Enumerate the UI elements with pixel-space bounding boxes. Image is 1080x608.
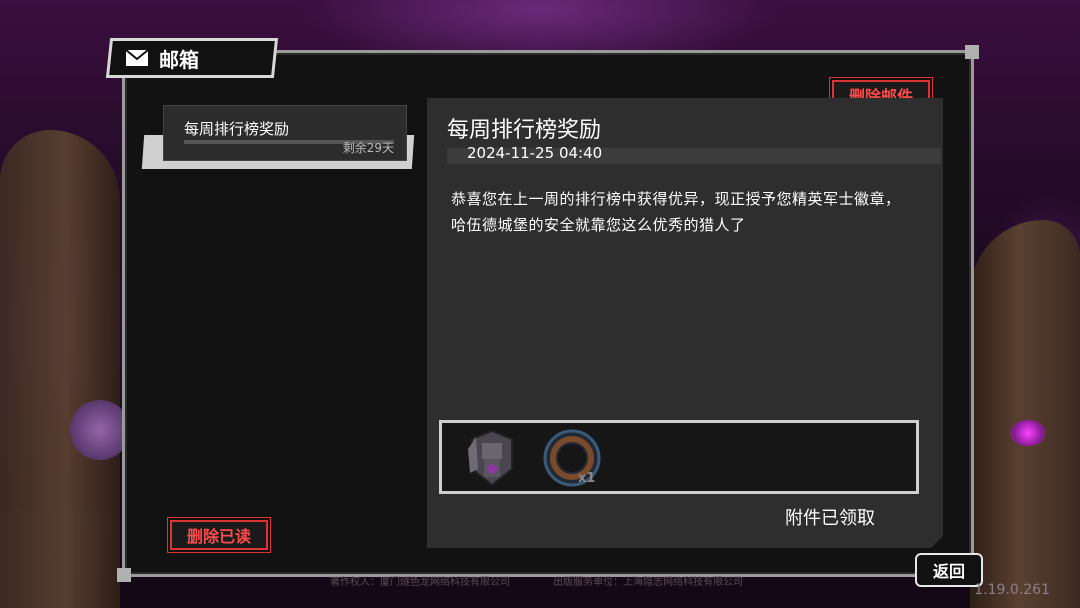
panel-corner bbox=[117, 568, 131, 582]
tree-monster-left bbox=[0, 130, 130, 608]
envelope-icon bbox=[125, 49, 149, 66]
copyright-holder: 著作权人：厦门燧色龙网络科技有限公司 bbox=[330, 577, 510, 588]
detail-body: 恭喜您在上一周的排行榜中获得优异，现正授予您精英军士徽章，哈伍德城堡的安全就靠您… bbox=[451, 190, 901, 234]
mail-card[interactable]: 每周排行榜奖励 剩余29天 bbox=[163, 105, 407, 161]
creature-blob bbox=[70, 400, 130, 460]
attachment-status: 附件已领取 bbox=[785, 508, 875, 529]
panel-notch bbox=[931, 536, 943, 548]
mail-list-item[interactable]: 每周排行榜奖励 剩余29天 bbox=[141, 105, 415, 169]
version-label: 1.19.0.261 bbox=[974, 582, 1050, 598]
mail-subject: 每周排行榜奖励 bbox=[184, 120, 290, 138]
publisher: 出版服务单位：上海隐志网络科技有限公司 bbox=[553, 577, 744, 588]
attachment-box: x1 bbox=[439, 420, 919, 494]
mailbox-title-tab: 邮箱 bbox=[105, 38, 279, 78]
delete-read-button[interactable]: 删除已读 bbox=[167, 517, 271, 553]
back-button[interactable]: 返回 bbox=[915, 553, 983, 587]
glowing-eye bbox=[1010, 420, 1046, 446]
tree-monster-right bbox=[970, 220, 1080, 608]
detail-datetime: 2024-11-25 04:40 bbox=[467, 144, 603, 162]
elite-sergeant-badge-icon bbox=[468, 429, 513, 487]
panel-corner bbox=[965, 45, 979, 59]
attachment-quantity: x1 bbox=[578, 471, 596, 486]
detail-subject: 每周排行榜奖励 bbox=[447, 118, 602, 143]
credits: 著作权人：厦门燧色龙网络科技有限公司 出版服务单位：上海隐志网络科技有限公司 bbox=[330, 573, 783, 588]
mail-remaining-days: 剩余29天 bbox=[342, 141, 394, 155]
attachment-slot[interactable] bbox=[460, 429, 524, 487]
page-title: 邮箱 bbox=[159, 47, 199, 72]
mail-detail: 每周排行榜奖励 2024-11-25 04:40 恭喜您在上一周的排行榜中获得优… bbox=[427, 98, 943, 548]
